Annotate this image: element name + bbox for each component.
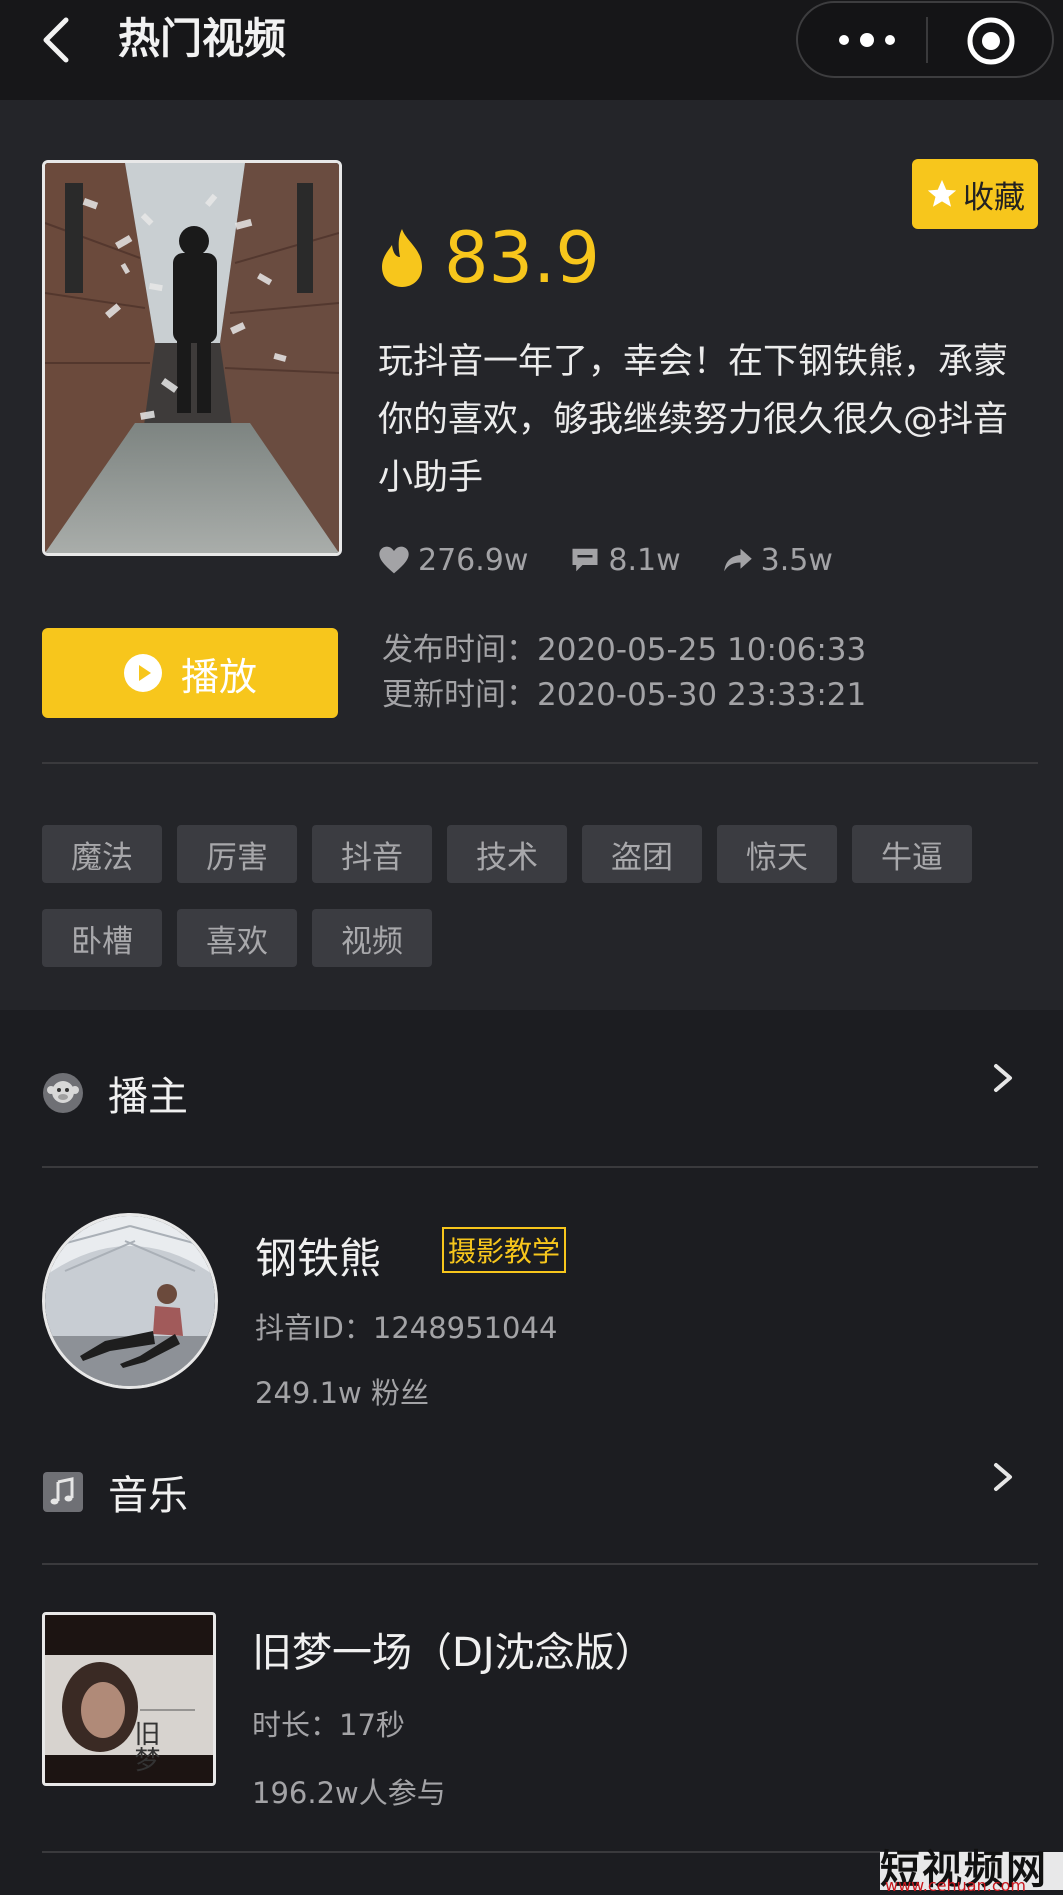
back-button[interactable] [36, 14, 84, 66]
play-label: 播放 [180, 654, 257, 699]
flame-icon [382, 229, 422, 287]
tag-chip[interactable]: 抖音 [312, 825, 432, 883]
tag-list: 魔法 厉害 抖音 技术 盗团 惊天 牛逼卧槽 喜欢 视频 [42, 825, 1042, 967]
shares-stat: 3.5w [723, 543, 833, 578]
music-duration: 时长：17秒 [252, 1708, 405, 1742]
divider [42, 1563, 1038, 1565]
time-info: 发布时间：2020-05-25 10:06:33 更新时间：2020-05-30… [382, 628, 866, 718]
video-thumbnail-image [45, 163, 339, 553]
video-stats: 276.9w 8.1w 3.5w [378, 535, 875, 585]
video-description: 玩抖音一年了，幸会！在下钢铁熊，承蒙你的喜欢，够我继续努力很久很久@抖音小助手 [378, 342, 1009, 498]
tag-chip[interactable]: 魔法 [42, 825, 162, 883]
monkey-avatar-icon [43, 1073, 83, 1113]
music-note-icon [43, 1472, 83, 1512]
author-avatar-image [45, 1216, 215, 1386]
chevron-left-icon [43, 17, 69, 63]
author-section-header[interactable]: 播主 [42, 1058, 188, 1128]
music-section-title: 音乐 [108, 1473, 188, 1519]
video-thumbnail[interactable] [42, 160, 342, 556]
author-name: 钢铁熊 [255, 1234, 382, 1283]
more-dots-icon [839, 33, 895, 47]
author-category-badge: 摄影教学 [442, 1227, 567, 1273]
tag-chip[interactable]: 惊天 [717, 825, 837, 883]
music-cover-image: 旧梦一场 [45, 1615, 213, 1783]
tag-chip[interactable]: 牛逼 [852, 825, 972, 883]
author-douyin-id: 抖音ID：1248951044 [255, 1311, 558, 1345]
author-avatar[interactable] [42, 1213, 218, 1389]
tag-chip[interactable]: 技术 [447, 825, 567, 883]
video-info-card: 收藏 83.9 玩抖音一年了，幸会！在下钢铁熊，承蒙你的喜欢，够我继续努力很久很… [0, 100, 1063, 1010]
top-nav-bar: 热门视频 [0, 0, 1063, 100]
likes-stat: 276.9w [378, 543, 528, 578]
comment-icon [572, 548, 598, 572]
watermark-url: www.cehuan.com [885, 1876, 1026, 1895]
music-participants: 196.2w人参与 [252, 1776, 446, 1810]
update-time: 更新时间：2020-05-30 23:33:21 [382, 677, 867, 713]
likes-count: 276.9w [418, 542, 529, 578]
chevron-right-icon[interactable] [988, 1457, 1018, 1497]
collect-button[interactable]: 收藏 [912, 159, 1038, 229]
shares-count: 3.5w [760, 542, 833, 578]
music-cover[interactable]: 旧梦一场 [42, 1612, 216, 1786]
star-icon [927, 179, 957, 207]
heart-icon [379, 546, 409, 574]
author-fans-count: 249.1w 粉丝 [255, 1376, 429, 1410]
heat-score: 83.9 [378, 213, 600, 303]
target-circle-icon [967, 17, 1015, 65]
comments-count: 8.1w [608, 542, 681, 578]
music-name: 旧梦一场（DJ沈念版） [252, 1630, 655, 1676]
publish-time: 发布时间：2020-05-25 10:06:33 [382, 632, 867, 668]
page-title: 热门视频 [118, 14, 287, 63]
more-button[interactable] [832, 21, 902, 59]
tag-chip[interactable]: 卧槽 [42, 909, 162, 967]
tag-chip[interactable]: 喜欢 [177, 909, 297, 967]
tag-chip[interactable]: 视频 [312, 909, 432, 967]
comments-stat: 8.1w [570, 542, 681, 578]
collect-label: 收藏 [963, 179, 1025, 216]
music-section-header[interactable]: 音乐 [42, 1457, 188, 1527]
chevron-right-icon[interactable] [988, 1058, 1018, 1098]
capsule-divider [926, 17, 928, 63]
close-mini-program-button[interactable] [963, 14, 1019, 68]
author-section-title: 播主 [108, 1074, 188, 1120]
divider [42, 762, 1038, 764]
play-circle-icon [123, 654, 162, 692]
divider [42, 1166, 1038, 1168]
play-button[interactable]: 播放 [42, 628, 338, 718]
tag-chip[interactable]: 盗团 [582, 825, 702, 883]
tag-chip[interactable]: 厉害 [177, 825, 297, 883]
music-cover-title: 旧梦一场 [130, 1720, 160, 1783]
share-arrow-icon [723, 548, 752, 572]
mini-program-capsule [796, 1, 1054, 78]
heat-value: 83.9 [444, 217, 600, 299]
